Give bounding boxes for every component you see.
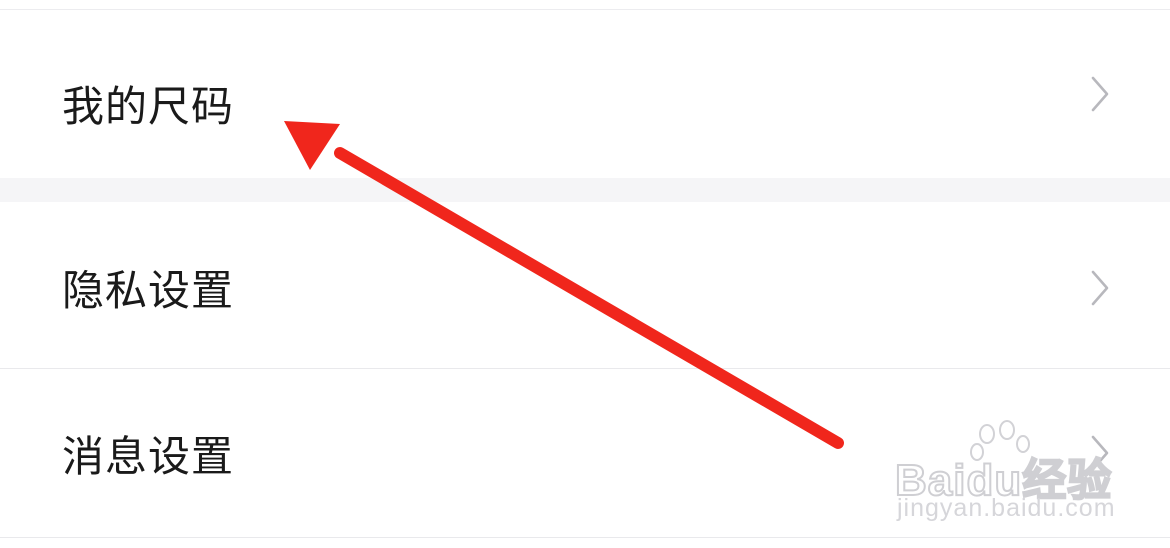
settings-item-label: 隐私设置 [62,266,235,315]
settings-item-privacy[interactable]: 隐私设置 [0,202,1170,368]
settings-item-label: 我的尺码 [62,82,235,131]
chevron-right-icon [1091,270,1109,306]
chevron-right-icon [1091,435,1109,471]
chevron-right-icon [1091,76,1109,112]
settings-page: 我的尺码 隐私设置 消息设置 Baidu经验 jingyan.baidu.com [0,0,1170,548]
settings-item-messages[interactable]: 消息设置 [0,369,1170,537]
bottom-divider [0,537,1170,538]
settings-item-label: 消息设置 [62,432,235,481]
settings-item-my-size[interactable]: 我的尺码 [0,10,1170,178]
section-separator [0,178,1170,202]
